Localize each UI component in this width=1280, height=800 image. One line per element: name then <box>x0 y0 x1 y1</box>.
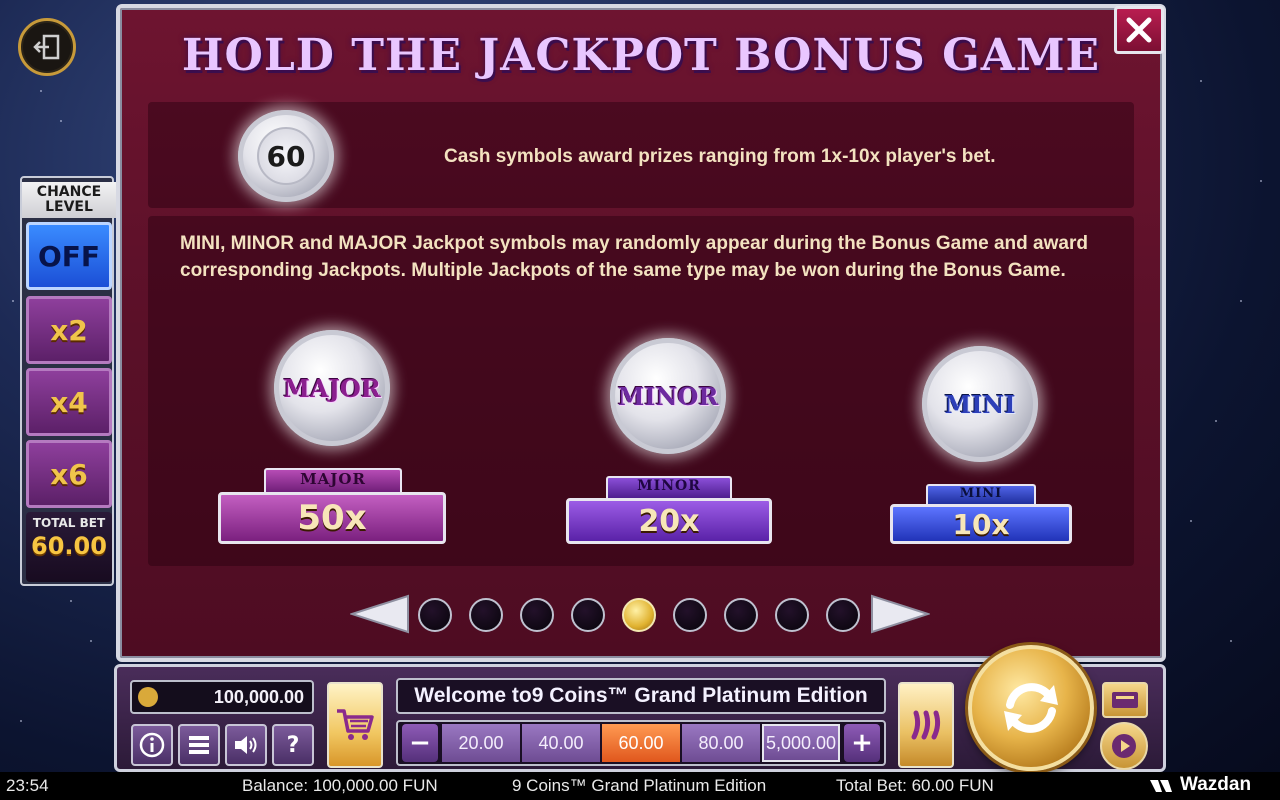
auto-play-settings-button[interactable] <box>1102 682 1148 718</box>
wazdan-logo-icon <box>1150 780 1172 792</box>
clock: 23:54 <box>6 776 49 795</box>
info-button[interactable] <box>131 724 173 766</box>
paytable-title: HOLD THE JACKPOT BONUS GAME <box>181 30 1101 81</box>
mini-tag: MINI <box>926 484 1036 504</box>
status-balance: Balance: 100,000.00 FUN <box>242 776 438 795</box>
spin-button[interactable] <box>968 645 1094 771</box>
prev-page-button[interactable] <box>348 594 410 634</box>
minor-tag: MINOR <box>606 476 732 498</box>
page-dot-active[interactable] <box>622 598 656 632</box>
minor-coin-icon: MINOR <box>610 338 726 454</box>
bet-option[interactable]: 20.00 <box>442 724 520 762</box>
jackpot-description: MINI, MINOR and MAJOR Jackpot symbols ma… <box>180 233 1088 281</box>
page-dot[interactable] <box>469 598 503 632</box>
minor-value: 20x <box>566 498 772 544</box>
menu-icon <box>189 736 209 754</box>
menu-button[interactable] <box>178 724 220 766</box>
turbo-button[interactable] <box>898 682 954 768</box>
chance-level-title: CHANCE LEVEL <box>22 182 116 218</box>
spin-icon <box>1004 683 1058 733</box>
chance-x4-button[interactable]: x4 <box>26 368 112 436</box>
mini-coin-label: MINI <box>944 389 1016 419</box>
page-dot[interactable] <box>673 598 707 632</box>
next-page-button[interactable] <box>870 594 932 634</box>
bet-decrease-button[interactable]: − <box>402 724 438 762</box>
page-dot[interactable] <box>826 598 860 632</box>
mini-value: 10x <box>890 504 1072 544</box>
settings-panel-icon <box>1112 692 1138 708</box>
bet-option-selected[interactable]: 60.00 <box>602 724 680 762</box>
arrow-left-icon <box>348 594 409 634</box>
exit-icon <box>33 34 60 60</box>
autoplay-button[interactable] <box>1100 722 1148 770</box>
side-total-bet: TOTAL BET 60.00 <box>26 512 112 582</box>
chili-icon <box>911 710 941 740</box>
mini-coin-icon: MINI <box>922 346 1038 462</box>
side-total-bet-value: 60.00 <box>31 532 107 560</box>
money-bag-icon <box>138 687 158 707</box>
major-value: 50x <box>218 492 446 544</box>
chance-off-button[interactable]: OFF <box>26 222 112 290</box>
sound-button[interactable] <box>225 724 267 766</box>
buy-feature-button[interactable] <box>327 682 383 768</box>
balance-amount: 100,000.00 <box>213 687 304 707</box>
chance-x6-button[interactable]: x6 <box>26 440 112 508</box>
arrow-right-icon <box>871 594 932 634</box>
bet-increase-button[interactable]: + <box>844 724 880 762</box>
page-dot[interactable] <box>571 598 605 632</box>
exit-button[interactable] <box>18 18 76 76</box>
page-dot[interactable] <box>418 598 452 632</box>
page-dot[interactable] <box>724 598 758 632</box>
bet-option[interactable]: 5,000.00 <box>762 724 840 762</box>
bet-option[interactable]: 40.00 <box>522 724 600 762</box>
cash-coin-icon: 60 <box>238 110 334 202</box>
major-coin-label: MAJOR <box>283 373 381 403</box>
page-dot[interactable] <box>775 598 809 632</box>
cart-icon <box>337 709 374 740</box>
cash-symbol-text: Cash symbols award prizes ranging from 1… <box>444 146 996 167</box>
minor-coin-label: MINOR <box>617 381 719 411</box>
page-dot[interactable] <box>520 598 554 632</box>
status-game-name: 9 Coins™ Grand Platinum Edition <box>512 776 767 795</box>
message-display: Welcome to9 Coins™ Grand Platinum Editio… <box>396 678 886 714</box>
major-coin-icon: MAJOR <box>274 330 390 446</box>
major-tag: MAJOR <box>264 468 402 494</box>
close-button[interactable] <box>1114 6 1164 54</box>
side-total-bet-label: TOTAL BET <box>32 516 106 530</box>
info-icon <box>139 732 165 758</box>
speaker-icon <box>235 736 257 754</box>
status-bar: 23:54 Balance: 100,000.00 FUN 9 Coins™ G… <box>0 772 1280 800</box>
help-button[interactable]: ? <box>272 724 314 766</box>
bet-option[interactable]: 80.00 <box>682 724 760 762</box>
balance-display: 100,000.00 <box>130 680 314 714</box>
status-total-bet: Total Bet: 60.00 FUN <box>836 776 994 795</box>
chance-level-panel: CHANCE LEVEL OFF x2 x4 x6 TOTAL BET 60.0… <box>20 176 116 586</box>
close-icon <box>1126 17 1152 43</box>
cash-coin-value: 60 <box>257 127 315 185</box>
brand-logo: Wazdan <box>1180 774 1252 795</box>
chance-x2-button[interactable]: x2 <box>26 296 112 364</box>
play-icon <box>1112 734 1136 758</box>
